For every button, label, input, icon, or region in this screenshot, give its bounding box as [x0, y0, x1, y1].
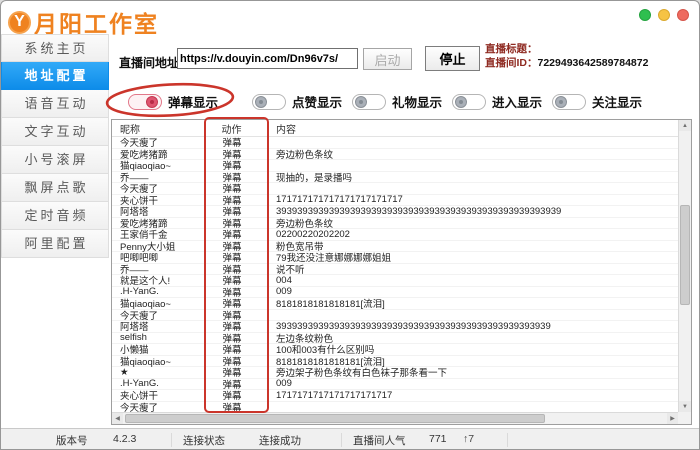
- scrollbar-corner: [678, 412, 691, 424]
- table-body: 今天瘦了弹幕爱吃烤猪蹄弹幕旁边粉色条纹猫qiaoqiao~弹幕乔——弹幕现抽的，…: [112, 137, 678, 412]
- statusbar-divider: [507, 433, 508, 447]
- toggle-switch[interactable]: [552, 94, 586, 110]
- window-control-red-icon[interactable]: [677, 9, 689, 21]
- cell-content: 旁边粉色条纹: [268, 147, 678, 161]
- column-header-nickname[interactable]: 昵称: [112, 120, 206, 136]
- popularity-delta: ↑7: [463, 433, 474, 445]
- sidebar-item-float-song[interactable]: 飘屏点歌: [1, 174, 109, 202]
- status-bar: 版本号 4.2.3 连接状态 连接成功 直播间人气 771 ↑7: [1, 428, 699, 449]
- version-value: 4.2.3: [113, 433, 136, 445]
- sidebar-item-timed-audio[interactable]: 定时音频: [1, 202, 109, 230]
- statusbar-divider: [171, 433, 172, 447]
- cell-content: 004: [268, 275, 678, 286]
- cell-content: 009: [268, 378, 678, 389]
- window-controls: [639, 9, 689, 21]
- scroll-left-icon[interactable]: ◀: [112, 413, 123, 424]
- toggle-label: 关注显示: [592, 92, 642, 111]
- connection-status-value: 连接成功: [259, 433, 301, 448]
- toggle-switch[interactable]: [452, 94, 486, 110]
- toggle-switch[interactable]: [128, 94, 162, 110]
- horizontal-scroll-thumb[interactable]: [125, 414, 545, 423]
- cell-nickname: 今天瘦了: [112, 400, 206, 412]
- horizontal-scrollbar[interactable]: ◀ ▶: [112, 412, 678, 424]
- toggle-switch[interactable]: [352, 94, 386, 110]
- cell-content: 171717171717171717171717: [268, 194, 678, 205]
- cell-content: 8181818181818181[流泪]: [268, 296, 678, 310]
- cell-action: 弹幕: [206, 400, 268, 412]
- window-control-yellow-icon[interactable]: [658, 9, 670, 21]
- scroll-up-icon[interactable]: ▲: [679, 120, 691, 131]
- stream-id-value: 7229493642589784872: [538, 57, 649, 69]
- cell-nickname: 就是这个人!: [112, 273, 206, 287]
- room-url-label: 直播间地址: [119, 54, 179, 71]
- sidebar-item-voice-interaction[interactable]: 语音互动: [1, 90, 109, 118]
- table-row[interactable]: 就是这个人!弹幕004: [112, 275, 678, 287]
- message-table: 昵称 动作 内容 今天瘦了弹幕爱吃烤猪蹄弹幕旁边粉色条纹猫qiaoqiao~弹幕…: [111, 119, 692, 425]
- stream-title-label: 直播标题：: [485, 43, 538, 55]
- vertical-scroll-thumb[interactable]: [680, 205, 690, 305]
- stop-button[interactable]: 停止: [425, 46, 480, 71]
- scroll-right-icon[interactable]: ▶: [667, 413, 678, 424]
- toggle-label: 弹幕显示: [168, 92, 218, 111]
- room-url-input[interactable]: [177, 48, 358, 69]
- cell-content: 1717171717171717171717: [268, 390, 678, 401]
- cell-content: 现抽的，是录播吗: [268, 170, 678, 184]
- toggle-follow-display[interactable]: 关注显示: [552, 92, 642, 111]
- cell-nickname: 猫qiaoqiao~: [112, 354, 206, 368]
- toggle-danmaku-display[interactable]: 弹幕显示: [128, 92, 218, 111]
- toggle-like-display[interactable]: 点赞显示: [252, 92, 342, 111]
- cell-nickname: ★: [112, 367, 206, 378]
- toggle-label: 进入显示: [492, 92, 542, 111]
- toggle-label: 点赞显示: [292, 92, 342, 111]
- toggle-switch[interactable]: [252, 94, 286, 110]
- window-control-green-icon[interactable]: [639, 9, 651, 21]
- popularity-value: 771: [429, 433, 447, 445]
- sidebar: 系统主页 地址配置 语音互动 文字互动 小号滚屏 飘屏点歌 定时音频 阿里配置: [1, 34, 109, 258]
- sidebar-item-ali-config[interactable]: 阿里配置: [1, 230, 109, 258]
- table-row[interactable]: ★弹幕旁边架子粉色条纹有白色袜子那条看一下: [112, 367, 678, 379]
- sidebar-item-address-config[interactable]: 地址配置: [1, 62, 109, 90]
- table-header: 昵称 动作 内容: [112, 120, 691, 137]
- cell-content: 旁边架子粉色条纹有白色袜子那条看一下: [268, 365, 678, 379]
- app-window: Y 月阳工作室 系统主页 地址配置 语音互动 文字互动 小号滚屏 飘屏点歌 定时…: [0, 0, 700, 450]
- popularity-label: 直播间人气: [353, 433, 406, 448]
- column-header-content[interactable]: 内容: [268, 120, 691, 136]
- start-button[interactable]: 启动: [363, 48, 412, 70]
- cell-nickname: 阿塔塔: [112, 319, 206, 333]
- cell-content: 旁边粉色条纹: [268, 216, 678, 230]
- toggle-gift-display[interactable]: 礼物显示: [352, 92, 442, 111]
- version-label: 版本号: [56, 433, 88, 448]
- sidebar-item-system-home[interactable]: 系统主页: [1, 34, 109, 62]
- sidebar-item-alt-scroll[interactable]: 小号滚屏: [1, 146, 109, 174]
- sidebar-item-text-interaction[interactable]: 文字互动: [1, 118, 109, 146]
- statusbar-divider: [341, 433, 342, 447]
- scroll-down-icon[interactable]: ▼: [679, 401, 691, 412]
- table-row[interactable]: 今天瘦了弹幕: [112, 402, 678, 413]
- column-header-action[interactable]: 动作: [206, 120, 268, 136]
- toggle-label: 礼物显示: [392, 92, 442, 111]
- cell-content: 说不听: [268, 262, 678, 276]
- stream-info: 直播标题： 直播间ID：7229493642589784872: [485, 42, 648, 70]
- connection-status-label: 连接状态: [183, 433, 225, 448]
- stream-id-label: 直播间ID：: [485, 57, 538, 69]
- logo-icon: Y: [8, 11, 31, 34]
- vertical-scrollbar[interactable]: ▲ ▼: [678, 120, 691, 412]
- toggle-enter-display[interactable]: 进入显示: [452, 92, 542, 111]
